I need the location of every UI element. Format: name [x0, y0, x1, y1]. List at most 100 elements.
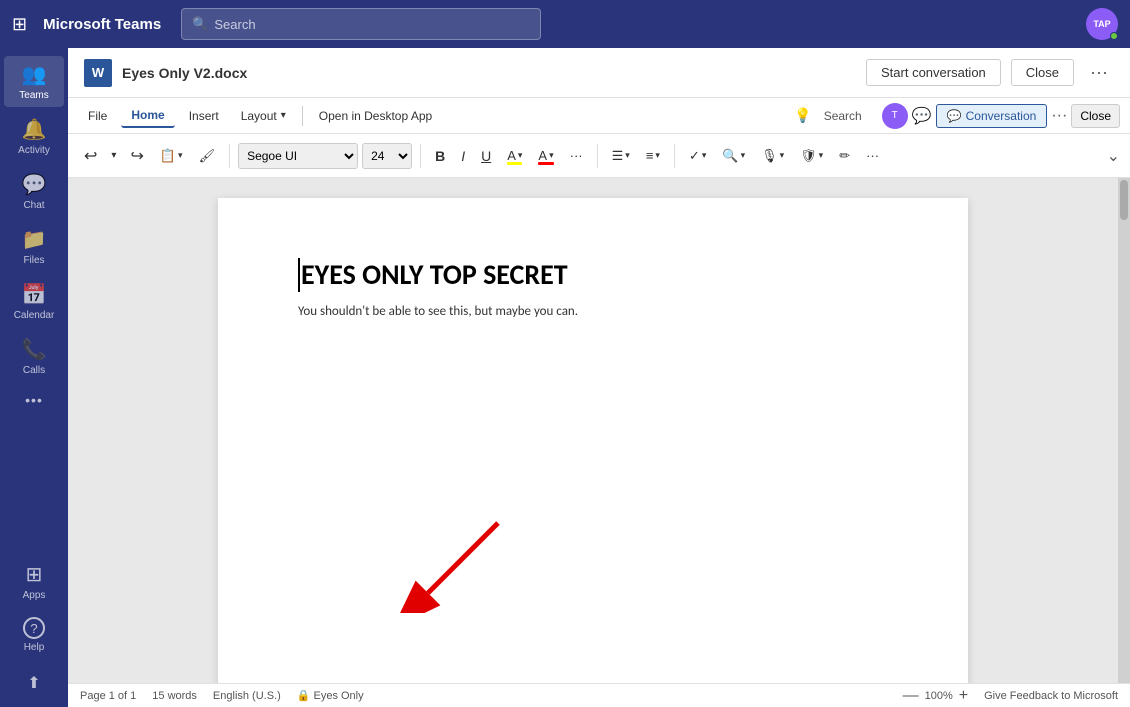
- undo-button[interactable]: ↩: [78, 142, 103, 170]
- tab-layout[interactable]: Layout ▾: [233, 105, 294, 127]
- tab-separator: [302, 106, 303, 126]
- sidebar-label-apps: Apps: [23, 590, 46, 601]
- activity-icon: 🔔: [22, 117, 47, 142]
- tab-insert[interactable]: Insert: [179, 105, 229, 127]
- underline-button[interactable]: U: [475, 144, 497, 168]
- sidebar-label-activity: Activity: [18, 145, 50, 156]
- online-indicator: [1110, 32, 1118, 40]
- search-icon: 🔍: [192, 16, 208, 32]
- review-button[interactable]: ✓ ▾: [683, 144, 712, 168]
- more-icon: •••: [25, 392, 43, 408]
- expand-ribbon-button[interactable]: ⌄: [1107, 146, 1120, 166]
- lightbulb-icon: 💡: [794, 107, 811, 124]
- close-collab-button[interactable]: Close: [1071, 104, 1120, 128]
- more-options-icon[interactable]: ···: [1084, 58, 1114, 87]
- underline-icon: U: [481, 148, 491, 164]
- sidebar-item-files[interactable]: 📁 Files: [4, 221, 64, 272]
- font-size-select[interactable]: 24 891011 12141618 20222836 4872: [362, 143, 412, 169]
- search-button[interactable]: 🔍 ▾: [716, 144, 751, 168]
- sensitivity-icon: 🛡: [800, 148, 817, 164]
- sensitivity-button[interactable]: 🛡 ▾: [794, 144, 829, 168]
- dictate-icon: 🎙: [761, 148, 778, 164]
- word-count: 15 words: [152, 690, 197, 702]
- lock-label: Eyes Only: [313, 690, 363, 702]
- word-icon: W: [84, 59, 112, 87]
- format-painter-button[interactable]: 🖌: [193, 144, 222, 168]
- zoom-in-button[interactable]: +: [959, 687, 968, 705]
- sidebar-label-calls: Calls: [23, 365, 45, 376]
- dictate-button[interactable]: 🎙 ▾: [755, 144, 790, 168]
- vertical-scrollbar[interactable]: [1118, 178, 1130, 683]
- search-tab[interactable]: Search: [816, 105, 870, 127]
- avatar[interactable]: TAP: [1086, 8, 1118, 40]
- more-format-button[interactable]: ···: [564, 144, 589, 167]
- sidebar-item-teams[interactable]: 👥 Teams: [4, 56, 64, 107]
- undo-redo-group: ↩ ▾ ↪: [78, 142, 150, 170]
- sidebar-item-chat[interactable]: 💬 Chat: [4, 166, 64, 217]
- doc-page[interactable]: EYES ONLY TOP SECRET You shouldn't be ab…: [218, 198, 968, 683]
- close-doc-button[interactable]: Close: [1011, 59, 1074, 86]
- open-desktop-button[interactable]: Open in Desktop App: [311, 105, 440, 127]
- zoom-out-button[interactable]: —: [903, 687, 919, 705]
- apps-icon: ⊞: [26, 562, 43, 587]
- files-icon: 📁: [22, 227, 47, 252]
- search-chevron: ▾: [741, 150, 746, 161]
- calendar-icon: 📅: [22, 282, 47, 307]
- search-box[interactable]: 🔍 Search: [181, 8, 541, 40]
- doc-title: Eyes Only V2.docx: [122, 65, 484, 81]
- italic-button[interactable]: I: [455, 144, 471, 168]
- sidebar-item-more[interactable]: •••: [4, 386, 64, 414]
- doc-subtext: You shouldn't be able to see this, but m…: [298, 304, 896, 319]
- align-icon: ≡: [646, 148, 654, 163]
- tab-home[interactable]: Home: [121, 104, 174, 128]
- status-bar: Page 1 of 1 15 words English (U.S.) 🔒 Ey…: [68, 683, 1130, 707]
- page-info: Page 1 of 1: [80, 690, 136, 702]
- font-family-select[interactable]: Segoe UI Calibri Arial Times New Roman: [238, 143, 358, 169]
- review-chevron: ▾: [702, 150, 707, 161]
- more-ribbon-button[interactable]: ···: [860, 144, 885, 167]
- teams-icon: 👥: [22, 62, 47, 87]
- comment-icon-button[interactable]: 💬: [912, 106, 932, 126]
- redo-button[interactable]: ↪: [124, 142, 149, 170]
- conversation-label: Conversation: [966, 109, 1037, 123]
- layout-label: Layout: [241, 109, 277, 123]
- app-title: Microsoft Teams: [43, 16, 161, 33]
- upload-icon: ⬆: [27, 673, 40, 693]
- grid-icon[interactable]: ⊞: [12, 14, 27, 35]
- sidebar-label-calendar: Calendar: [14, 310, 55, 321]
- collab-avatar: T: [882, 103, 908, 129]
- sidebar-item-apps[interactable]: ⊞ Apps: [4, 556, 64, 607]
- clipboard-button[interactable]: 📋 ▾: [154, 144, 189, 168]
- list-button[interactable]: ☰ ▾: [606, 144, 636, 168]
- editor-icon: ✏: [839, 148, 850, 164]
- scroll-thumb[interactable]: [1120, 180, 1128, 220]
- search-tab-label: Search: [824, 109, 862, 123]
- lock-icon: 🔒: [297, 689, 311, 702]
- sidebar-label-teams: Teams: [19, 90, 48, 101]
- start-conversation-button[interactable]: Start conversation: [866, 59, 1001, 86]
- italic-icon: I: [461, 148, 465, 164]
- align-button[interactable]: ≡ ▾: [640, 144, 666, 167]
- more-collab-button[interactable]: ···: [1051, 107, 1067, 125]
- red-arrow-annotation: [398, 513, 518, 618]
- sidebar-item-help[interactable]: ? Help: [4, 611, 64, 659]
- font-color-button[interactable]: A ▾: [532, 144, 559, 167]
- sidebar-item-calls[interactable]: 📞 Calls: [4, 331, 64, 382]
- bold-button[interactable]: B: [429, 144, 451, 168]
- conversation-button[interactable]: 💬 Conversation: [936, 104, 1048, 128]
- highlight-color-bar: [507, 162, 522, 165]
- editor-button[interactable]: ✏: [833, 144, 856, 168]
- feedback-link[interactable]: Give Feedback to Microsoft: [984, 690, 1118, 702]
- sidebar-item-activity[interactable]: 🔔 Activity: [4, 111, 64, 162]
- highlight-button[interactable]: A ▾: [501, 144, 528, 167]
- sidebar-label-files: Files: [23, 255, 44, 266]
- undo-dropdown-button[interactable]: ▾: [105, 146, 122, 165]
- ribbon-sep-2: [420, 144, 421, 168]
- sidebar-item-calendar[interactable]: 📅 Calendar: [4, 276, 64, 327]
- list-icon: ☰: [612, 148, 624, 164]
- list-chevron: ▾: [625, 150, 630, 161]
- layout-chevron-icon: ▾: [281, 110, 286, 121]
- tab-file[interactable]: File: [78, 105, 117, 127]
- font-color-icon: A: [538, 148, 547, 163]
- sidebar-item-upload[interactable]: ⬆: [4, 667, 64, 699]
